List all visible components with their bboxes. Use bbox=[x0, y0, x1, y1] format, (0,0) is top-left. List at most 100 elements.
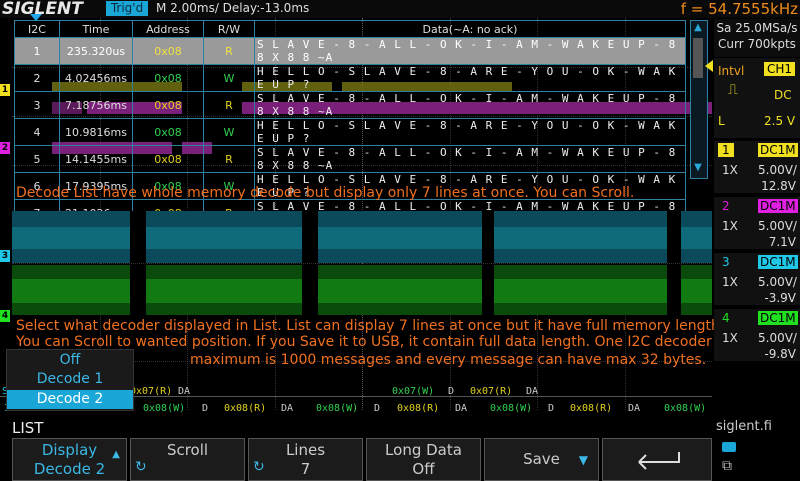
bus-frame: 0x08(W) bbox=[143, 403, 186, 414]
trigger-coupling: DC bbox=[774, 88, 792, 102]
network-icon: ⧉ bbox=[722, 458, 732, 474]
decoder-option-decode-1[interactable]: Decode 1 bbox=[7, 370, 133, 389]
channel-3-vdiv: 5.00V/ bbox=[758, 275, 797, 289]
channel-3-marker[interactable]: 3 bbox=[0, 250, 10, 262]
row-data: S L A V E - 8 - A L L - O K - I - A M - … bbox=[254, 145, 686, 173]
channel-1-marker[interactable]: 1 bbox=[0, 84, 10, 96]
channel-4-coupling: DC1M bbox=[758, 311, 798, 325]
table-row[interactable]: 2 4.02456ms 0x08 W H E L L O - S L A V E… bbox=[14, 64, 686, 92]
acquisition-info[interactable]: Sa 25.0MSa/s Curr 700kpts bbox=[714, 19, 800, 57]
channel-4-offset: -9.8V bbox=[764, 347, 796, 361]
table-row[interactable]: 3 7.18756ms 0x08 R S L A V E - 8 - A L L… bbox=[14, 91, 686, 119]
row-index: 2 bbox=[14, 64, 60, 92]
display-decode-softkey[interactable]: Display Decode 2 ▲ bbox=[12, 438, 127, 481]
channel-2-vdiv: 5.00V/ bbox=[758, 219, 797, 233]
channel-1-number: 1 bbox=[718, 143, 734, 157]
row-data: H E L L O - S L A V E - 8 - A R E - Y O … bbox=[254, 64, 686, 92]
decoder-select-popup[interactable]: Off Decode 1 Decode 2 bbox=[6, 349, 134, 411]
softkey-value: Off bbox=[412, 460, 435, 478]
channel-1-probe: 1X bbox=[722, 163, 738, 177]
channel-3-info[interactable]: 3 DC1M 1X 5.00V/ -3.9V bbox=[714, 253, 800, 305]
row-data: S L A V E - 8 - A L L - O K - I - A M - … bbox=[254, 91, 686, 119]
softkey-value: 7 bbox=[300, 460, 311, 478]
col-header-data: Data(~A: no ack) bbox=[254, 20, 686, 38]
row-rw: R bbox=[203, 37, 255, 65]
trigger-level-label: L bbox=[718, 114, 725, 128]
channel-2-probe: 1X bbox=[722, 219, 738, 233]
table-row[interactable]: 1 235.320us 0x08 R S L A V E - 8 - A L L… bbox=[14, 37, 686, 65]
row-address: 0x08 bbox=[132, 64, 204, 92]
annotation-note-1: Decode List have whole memory decode but… bbox=[16, 185, 635, 201]
memory-depth: Curr 700kpts bbox=[718, 37, 796, 51]
bus-frame: D bbox=[374, 403, 381, 414]
siglent-logo: SIGLENT bbox=[2, 0, 83, 19]
row-time: 10.9816ms bbox=[59, 118, 133, 146]
lines-softkey[interactable]: Lines 7 ↻ bbox=[248, 438, 363, 481]
menu-title: LIST bbox=[12, 419, 44, 437]
channel-1-vdiv: 5.00V/ bbox=[758, 163, 797, 177]
frequency-counter: f = 54.7555kHz bbox=[680, 0, 798, 18]
channel-2-coupling: DC1M bbox=[758, 199, 798, 213]
timebase-readout[interactable]: M 2.00ms/ Delay:-13.0ms bbox=[156, 1, 309, 15]
brand-url: siglent.fi bbox=[716, 419, 772, 434]
trigger-level: 2.5 V bbox=[764, 114, 796, 128]
row-address: 0x08 bbox=[132, 91, 204, 119]
save-softkey[interactable]: Save ▼ bbox=[484, 438, 599, 481]
table-header-row: I2C Time Address R/W Data(~A: no ack) bbox=[14, 20, 686, 38]
channel-3-coupling: DC1M bbox=[758, 255, 798, 269]
channel-3-4-waveforms bbox=[12, 211, 712, 315]
down-arrow-icon: ▼ bbox=[578, 453, 588, 467]
trigger-position-icon[interactable] bbox=[30, 14, 42, 21]
softkey-value: Decode 2 bbox=[33, 460, 106, 478]
row-rw: R bbox=[203, 91, 255, 119]
return-softkey[interactable] bbox=[602, 438, 712, 481]
col-header-rw: R/W bbox=[203, 20, 255, 38]
col-header-i2c: I2C bbox=[14, 20, 60, 38]
row-rw: W bbox=[203, 64, 255, 92]
usb-icon bbox=[722, 442, 736, 452]
trigger-source: CH1 bbox=[764, 62, 796, 76]
channel-1-info[interactable]: 1 DC1M 1X 5.00V/ 12.8V bbox=[714, 141, 800, 193]
row-index: 4 bbox=[14, 118, 60, 146]
trigger-info[interactable]: Intvl CH1 ⎍ DC L 2.5 V bbox=[714, 58, 800, 138]
bus-frame: 0x08(W) bbox=[664, 403, 707, 414]
knob-icon: ↻ bbox=[135, 459, 147, 475]
annotation-note-2-line-3: maximum is 1000 messages and every messa… bbox=[190, 352, 707, 368]
bus-frame: DA bbox=[281, 403, 294, 414]
bus-frame: 0x08(W) bbox=[490, 403, 533, 414]
col-header-time: Time bbox=[59, 20, 133, 38]
softkey-label: Scroll bbox=[166, 441, 209, 459]
trigger-type: Intvl bbox=[718, 64, 745, 78]
trigger-edge-icon: ⎍ bbox=[728, 82, 738, 98]
row-index: 5 bbox=[14, 145, 60, 173]
scrollbar-thumb[interactable] bbox=[693, 38, 703, 78]
annotation-note-2-line-2: You can Scroll to wanted position. If yo… bbox=[16, 334, 712, 350]
return-arrow-icon bbox=[638, 452, 680, 470]
channel-4-info[interactable]: 4 DC1M 1X 5.00V/ -9.8V bbox=[714, 309, 800, 361]
row-time: 14.1455ms bbox=[59, 145, 133, 173]
channel-2-marker[interactable]: 2 bbox=[0, 142, 10, 154]
softkey-label: Display bbox=[41, 441, 98, 459]
decoder-option-decode-2[interactable]: Decode 2 bbox=[7, 390, 133, 409]
channel-1-coupling: DC1M bbox=[758, 143, 798, 157]
channel-2-info[interactable]: 2 DC1M 1X 5.00V/ 7.1V bbox=[714, 197, 800, 249]
row-index: 1 bbox=[14, 37, 60, 65]
softkey-label: Long Data bbox=[385, 441, 462, 459]
up-arrow-icon: ▲ bbox=[112, 449, 120, 460]
bus-frame: 0x08(R) bbox=[570, 403, 613, 414]
col-header-address: Address bbox=[132, 20, 204, 38]
bus-frame: DA bbox=[455, 403, 468, 414]
sample-rate: Sa 25.0MSa/s bbox=[716, 21, 798, 35]
bus-frame: D bbox=[202, 403, 209, 414]
trigger-level-icon[interactable] bbox=[705, 60, 713, 72]
scroll-softkey[interactable]: Scroll ↻ bbox=[130, 438, 245, 481]
table-row[interactable]: 5 14.1455ms 0x08 R S L A V E - 8 - A L L… bbox=[14, 145, 686, 173]
table-row[interactable]: 4 10.9816ms 0x08 W H E L L O - S L A V E… bbox=[14, 118, 686, 146]
channel-3-probe: 1X bbox=[722, 275, 738, 289]
channel-4-marker[interactable]: 4 bbox=[0, 310, 10, 322]
long-data-softkey[interactable]: Long Data Off bbox=[366, 438, 481, 481]
scroll-down-icon[interactable]: ▼ bbox=[691, 161, 705, 175]
scroll-up-icon[interactable]: ▲ bbox=[691, 21, 705, 35]
decoder-option-off[interactable]: Off bbox=[7, 351, 133, 370]
row-rw: R bbox=[203, 145, 255, 173]
